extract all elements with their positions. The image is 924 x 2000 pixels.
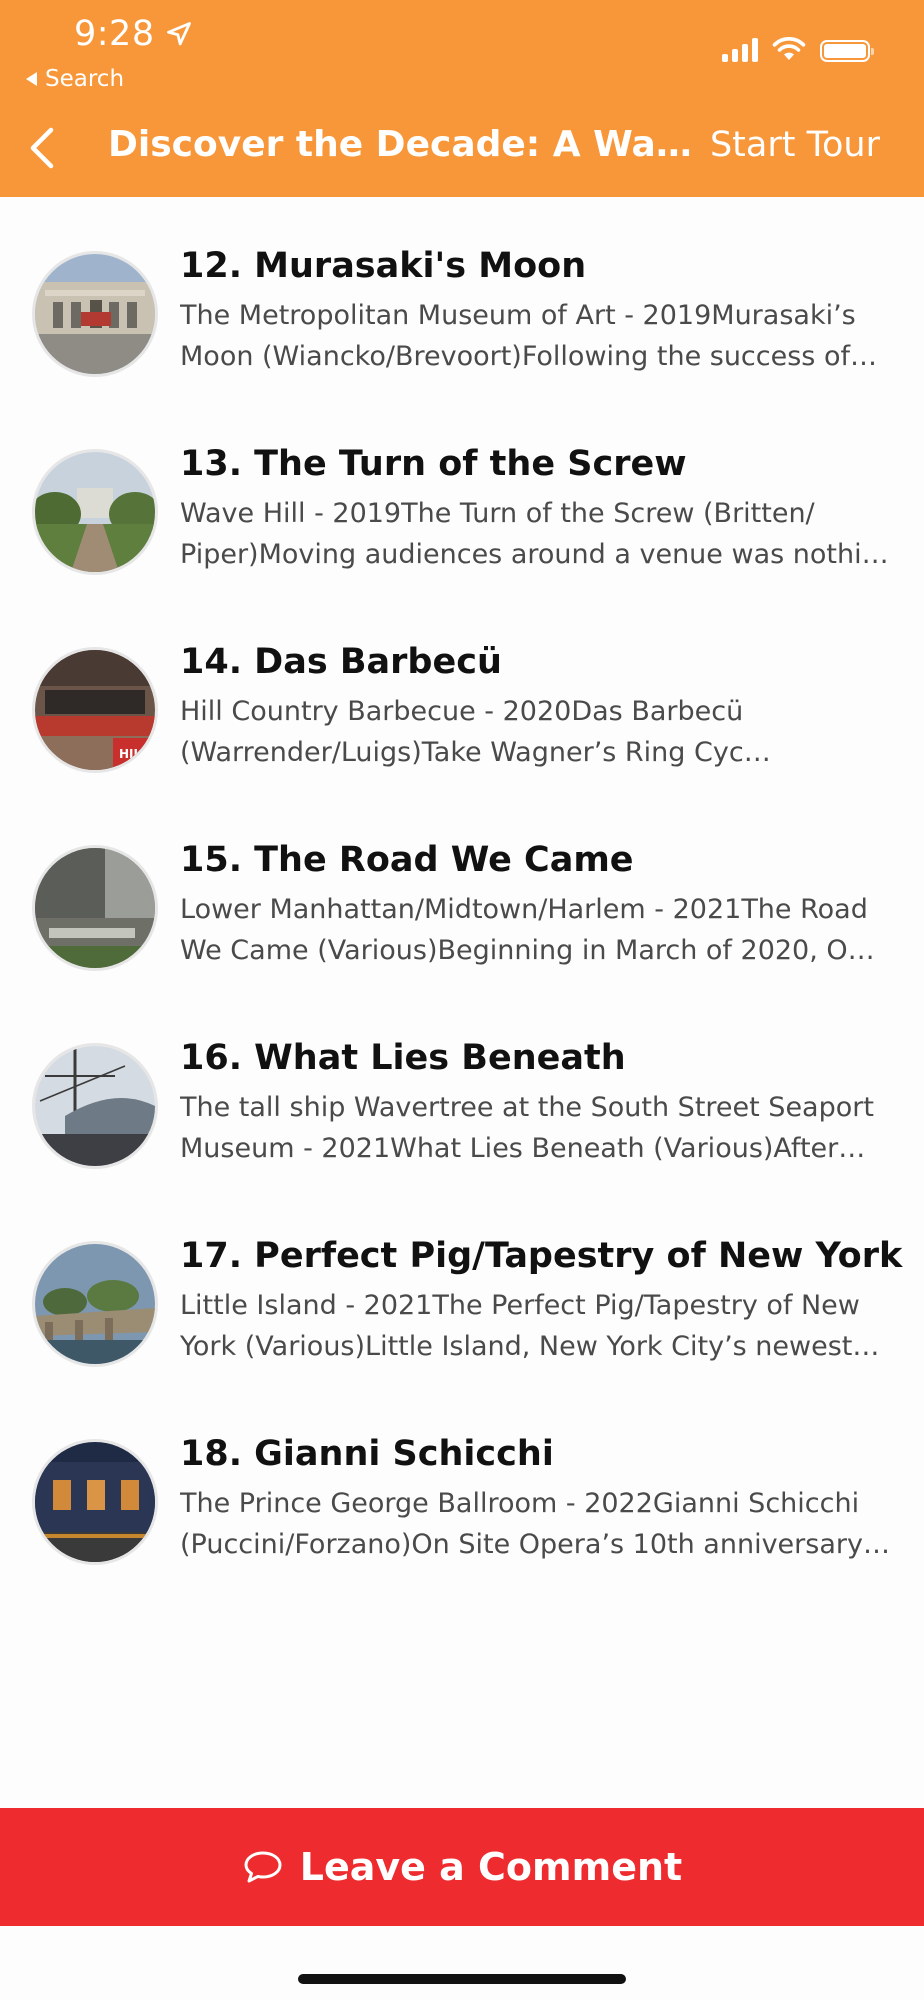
cellular-signal-icon [722,38,758,62]
item-title: 16. What Lies Beneath [180,1038,626,1078]
item-description: The tall ship Wavertree at the South Str… [180,1092,874,1164]
wifi-icon [772,37,806,60]
nav-back-button[interactable] [20,120,64,176]
item-description: Little Island - 2021The Perfect Pig/Tape… [180,1290,880,1362]
list-item[interactable]: 15. The Road We Came Lower Manhattan/Mid… [0,791,924,989]
plaza-photo [32,845,158,971]
page-title: Discover the Decade: A Walk... [108,124,694,165]
item-title: 12. Murasaki's Moon [180,246,587,286]
location-arrow-icon [166,22,191,46]
chevron-left-icon [30,127,54,169]
restaurant-photo: HILL [32,647,158,773]
item-description: Wave Hill - 2019The Turn of the Screw (B… [180,498,889,570]
leave-comment-button[interactable]: Leave a Comment [0,1808,924,1926]
back-app-label: Search [45,66,125,92]
list-item[interactable]: HILL 14. Das Barbecü Hill Country Barbec… [0,593,924,791]
status-indicators [722,36,874,62]
item-title: 15. The Road We Came [180,840,634,880]
item-description: The Metropolitan Museum of Art - 2019Mur… [180,300,877,372]
list-item[interactable]: 13. The Turn of the Screw Wave Hill - 20… [0,395,924,593]
item-title: 14. Das Barbecü [180,642,502,682]
home-indicator[interactable] [298,1974,626,1984]
museum-photo [32,251,158,377]
status-time: 9:28 [74,14,193,54]
item-title: 17. Perfect Pig/Tapestry of New York [180,1236,903,1276]
island-park-photo [32,1241,158,1367]
ballroom-photo [32,1439,158,1565]
item-description: The Prince George Ballroom - 2022Gianni … [180,1488,890,1560]
start-tour-button[interactable]: Start Tour [710,125,880,165]
speech-bubble-icon [244,1851,282,1883]
garden-photo [32,449,158,575]
battery-icon [820,40,874,62]
item-description: Lower Manhattan/Midtown/Harlem - 2021The… [180,894,875,966]
item-title: 13. The Turn of the Screw [180,444,687,484]
comment-label: Leave a Comment [299,1845,683,1889]
list-item[interactable]: 18. Gianni Schicchi The Prince George Ba… [0,1385,924,1583]
back-to-app-link[interactable]: Search [26,66,124,92]
svg-text:HILL: HILL [119,747,149,761]
item-title: 18. Gianni Schicchi [180,1434,554,1474]
list-item[interactable]: 17. Perfect Pig/Tapestry of New York Lit… [0,1187,924,1385]
tall-ship-photo [32,1043,158,1169]
tour-stop-list: 12. Murasaki's Moon The Metropolitan Mus… [0,197,924,1583]
list-item[interactable]: 16. What Lies Beneath The tall ship Wave… [0,989,924,1187]
app-header: 9:28 Search Discover the Decade: A Walk.… [0,0,924,197]
back-triangle-icon [26,72,37,86]
list-item[interactable]: 12. Murasaki's Moon The Metropolitan Mus… [0,197,924,395]
status-time-text: 9:28 [74,14,155,54]
item-description: Hill Country Barbecue - 2020Das Barbecü … [180,696,771,768]
